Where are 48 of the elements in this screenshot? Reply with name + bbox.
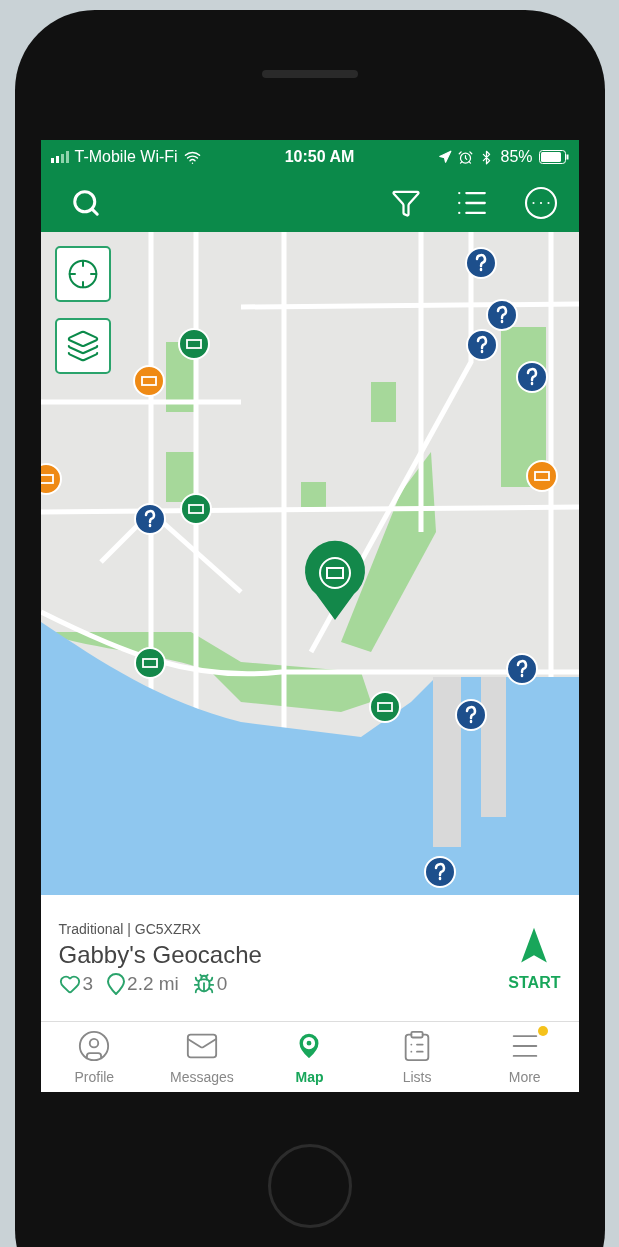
tab-bar-item[interactable]: More [470,1022,579,1092]
layers-icon [65,329,100,363]
more-options-button[interactable] [522,185,559,221]
multi-cache-pin-icon[interactable] [40,463,62,495]
mystery-pin-icon[interactable] [515,361,548,393]
cache-pin-icon[interactable] [133,647,166,679]
profile-icon [77,1029,112,1063]
tab-bar-item[interactable]: Profile [40,1022,149,1092]
mystery-pin-icon[interactable] [505,653,538,685]
search-button[interactable] [70,188,101,218]
tab-bar-item[interactable]: Lists [363,1022,471,1092]
favorites-count: 3 [82,973,94,995]
filter-button[interactable] [390,188,421,218]
battery-icon [538,150,569,164]
battery-percent: 85% [500,148,533,166]
mystery-pin-icon[interactable] [485,299,518,331]
search-icon [70,188,101,218]
location-arrow-icon [438,150,453,164]
mystery-pin-icon[interactable] [465,329,498,361]
cache-pin-icon[interactable] [177,328,210,360]
tab-bar-item[interactable]: Map [255,1022,364,1092]
selected-cache-pin-icon[interactable] [304,540,365,620]
mystery-pin-icon[interactable] [464,247,497,279]
more-icon [522,185,559,221]
tab-bar-item[interactable]: Messages [148,1022,256,1092]
bug-icon [192,973,215,995]
cache-name: Gabby's Geocache [58,941,262,969]
distance-value: 2.2 mi [127,973,179,995]
start-button[interactable]: START [508,924,561,992]
cache-type-code: Traditional | GC5XZRX [58,921,201,937]
mystery-pin-icon[interactable] [133,503,166,535]
heart-icon [58,973,81,995]
locate-button[interactable] [54,246,111,302]
alarm-icon [458,149,474,165]
mystery-pin-icon[interactable] [423,856,456,888]
filter-icon [390,188,421,218]
trackables-count: 0 [216,973,228,995]
carrier-label: T-Mobile Wi-Fi [74,148,178,166]
cache-pin-icon[interactable] [368,691,401,723]
signal-icon [50,151,69,163]
map-layers-button[interactable] [54,318,111,374]
distance-icon [107,973,126,995]
cache-pin-icon[interactable] [179,493,212,525]
crosshair-icon [66,258,99,290]
park-area [300,482,326,507]
clock-time: 10:50 AM [284,148,355,166]
park-area [370,382,396,422]
mystery-pin-icon[interactable] [454,699,487,731]
